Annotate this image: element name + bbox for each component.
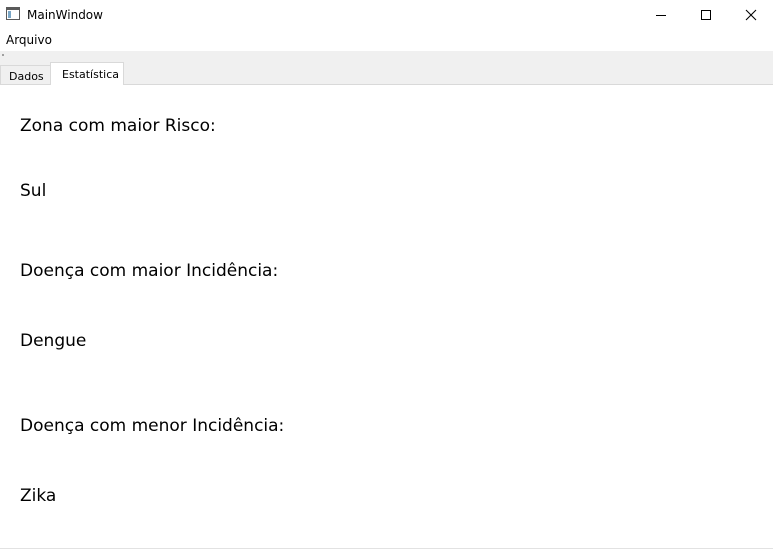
title-bar: MainWindow [0,0,773,30]
maximize-button[interactable] [683,0,728,30]
zone-risk-label: Zona com maior Risco: [20,116,216,136]
tab-estatistica-label: Estatística [62,68,119,81]
max-incidence-label: Doença com maior Incidência: [20,261,279,281]
tab-bar: Dados Estatística [0,62,773,85]
min-incidence-value: Zika [20,486,57,506]
menu-arquivo[interactable]: Arquivo [6,33,52,48]
close-button[interactable] [728,0,773,30]
tab-estatistica[interactable]: Estatística [50,62,124,85]
min-incidence-label: Doença com menor Incidência: [20,416,285,436]
status-divider [0,548,773,549]
maximize-icon [700,10,711,20]
max-incidence-value: Dengue [20,331,87,351]
tab-dados[interactable]: Dados [0,65,51,84]
menu-bar: Arquivo [0,30,773,51]
statistics-panel [0,85,773,547]
minimize-icon [655,15,666,16]
minimize-button[interactable] [638,0,683,30]
toolbar-grip[interactable] [2,54,4,56]
app-window-icon [6,7,20,20]
zone-risk-value: Sul [20,181,47,201]
window-title: MainWindow [27,8,103,22]
tab-dados-label: Dados [9,70,44,83]
close-icon [745,9,756,21]
